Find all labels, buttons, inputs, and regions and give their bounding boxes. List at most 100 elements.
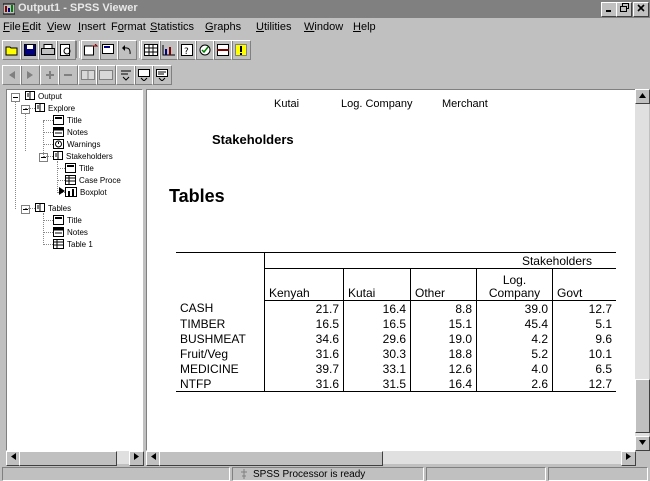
tree-node-stakeholders[interactable]: Stakeholders	[53, 151, 113, 162]
tree-node-boxplot[interactable]: Boxplot	[65, 186, 107, 199]
print-button[interactable]	[38, 40, 58, 60]
title-icon	[53, 114, 64, 127]
goto-data-button[interactable]	[141, 40, 161, 60]
minimize-button[interactable]	[601, 2, 617, 17]
tree-node-tables[interactable]: Tables	[35, 203, 71, 214]
scroll-down-button[interactable]	[635, 436, 650, 451]
menu-file[interactable]: File	[3, 21, 21, 33]
table-cell: 8.8	[410, 300, 477, 316]
tables-heading[interactable]: Tables	[169, 186, 225, 207]
goto-chart-button[interactable]	[159, 40, 179, 60]
tree-node-stakeholders-title[interactable]: Title	[65, 162, 94, 174]
table-cell: 39.7	[315, 361, 339, 376]
content-horizontal-scrollbar[interactable]	[146, 451, 636, 466]
menu-format[interactable]: Format	[111, 21, 146, 33]
select-cases-button[interactable]	[195, 40, 215, 60]
split-file-button[interactable]	[213, 40, 233, 60]
hide-button[interactable]	[96, 65, 116, 85]
table-cell: 18.8	[410, 346, 477, 361]
warnings-icon	[53, 138, 64, 151]
tree-node-tables-notes[interactable]: Notes	[53, 226, 88, 239]
tree-node-case-processing[interactable]: Case Proce	[65, 174, 121, 186]
processor-status-text: SPSS Processor is ready	[253, 468, 366, 480]
menu-help[interactable]: Help	[353, 21, 376, 33]
tree-node-explore-title[interactable]: Title	[53, 114, 82, 127]
printer-icon	[41, 44, 55, 55]
tree-node-label: Case Proce	[79, 176, 121, 185]
scroll-up-button[interactable]	[635, 89, 650, 104]
table-row: BUSHMEAT 34.6 29.6 19.0 4.2 9.6	[176, 331, 616, 346]
table-cell: 39.0	[476, 300, 553, 316]
menu-utilities[interactable]: Utilities	[256, 21, 291, 33]
menu-insert[interactable]: Insert	[78, 21, 106, 33]
outline-scroll-thumb[interactable]	[19, 451, 117, 466]
output-content-pane[interactable]: Kutai Log. Company Merchant Stakeholders…	[146, 89, 636, 451]
tree-node-output[interactable]: Output	[25, 91, 62, 102]
tree-node-label: Title	[67, 116, 82, 125]
notes-icon	[53, 226, 64, 239]
tree-node-label: Stakeholders	[66, 152, 113, 161]
outline-scroll-right-button[interactable]	[129, 451, 144, 466]
collapse-button[interactable]	[58, 65, 78, 85]
close-icon	[637, 4, 645, 12]
insert-title-icon	[138, 69, 150, 81]
row-label: Fruit/Veg	[176, 346, 265, 361]
tree-node-warnings[interactable]: Warnings	[53, 138, 101, 151]
menu-statistics[interactable]: Statistics	[150, 21, 194, 33]
save-button[interactable]	[20, 40, 40, 60]
vertical-scrollbar[interactable]	[635, 89, 650, 451]
table-row: Fruit/Veg 31.6 30.3 18.8 5.2 10.1	[176, 346, 616, 361]
recall-dialog-button[interactable]	[99, 40, 119, 60]
print-preview-button[interactable]	[56, 40, 76, 60]
table-cell: 31.6	[315, 346, 339, 361]
tree-node-explore[interactable]: Explore	[35, 103, 75, 114]
show-button[interactable]	[78, 65, 98, 85]
tree-node-label: Table 1	[67, 240, 93, 249]
variables-button[interactable]: ?	[177, 40, 197, 60]
table-cell: 10.1	[552, 346, 616, 361]
collapse-toggle[interactable]	[21, 205, 30, 214]
outline-pane[interactable]: Output Explore Title Notes Warnings Stakehold…	[6, 89, 143, 451]
col-header: Other	[410, 268, 477, 301]
insert-heading-button[interactable]	[116, 65, 136, 85]
vertical-scroll-thumb[interactable]	[635, 379, 650, 433]
menu-window[interactable]: Window	[304, 21, 343, 33]
expand-button[interactable]	[40, 65, 60, 85]
open-folder-icon	[5, 46, 18, 56]
insert-text-button[interactable]	[152, 65, 172, 85]
tree-node-label: Tables	[48, 204, 72, 213]
demote-button[interactable]	[20, 65, 40, 85]
chart-icon	[65, 186, 77, 199]
print-preview-icon	[60, 44, 71, 56]
spss-app-icon[interactable]	[3, 3, 15, 15]
undo-button[interactable]	[117, 40, 137, 60]
pivot-table[interactable]: Stakeholders Kenyah Kutai Other Log. Com…	[176, 252, 616, 392]
tree-node-tables-title[interactable]: Title	[53, 214, 82, 226]
table-cell: 33.1	[343, 361, 411, 376]
menu-view[interactable]: View	[47, 21, 71, 33]
maximize-button[interactable]	[616, 2, 632, 17]
col-header: Kenyah	[264, 268, 344, 301]
book-icon	[53, 151, 63, 162]
insert-title-button[interactable]	[134, 65, 154, 85]
minimize-icon	[606, 10, 611, 12]
content-scroll-right-button[interactable]	[621, 451, 636, 466]
tree-node-explore-notes[interactable]: Notes	[53, 126, 88, 138]
promote-button[interactable]	[2, 65, 22, 85]
menu-edit[interactable]: Edit	[22, 21, 41, 33]
outline-horizontal-scrollbar[interactable]	[6, 451, 144, 466]
export-icon	[84, 44, 98, 56]
menu-graphs[interactable]: Graphs	[205, 21, 241, 33]
content-scroll-thumb[interactable]	[159, 451, 383, 466]
open-button[interactable]	[2, 40, 22, 60]
stakeholders-heading[interactable]: Stakeholders	[212, 132, 294, 147]
insert-case-button[interactable]	[231, 40, 251, 60]
close-button[interactable]	[633, 2, 649, 17]
right-arrow-icon	[134, 453, 139, 460]
col-header: Log. Company	[476, 268, 553, 301]
col-header: Govt	[552, 268, 616, 301]
left-arrow-icon	[11, 453, 16, 460]
svg-text:?: ?	[184, 47, 189, 56]
export-button[interactable]	[81, 40, 101, 60]
tree-node-table-1[interactable]: Table 1	[53, 238, 93, 250]
